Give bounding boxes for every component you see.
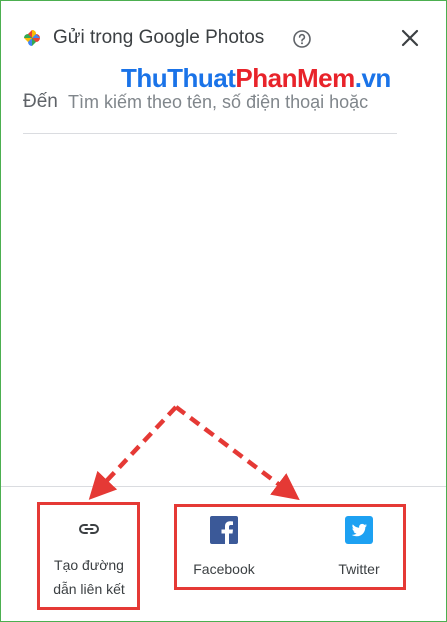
- watermark-part1: ThuThuat: [121, 63, 236, 93]
- help-icon[interactable]: [292, 29, 312, 49]
- google-photos-logo-icon: [24, 30, 40, 46]
- divider: [23, 133, 397, 134]
- watermark-part3: .vn: [354, 63, 392, 93]
- recipient-label: Đến: [23, 91, 58, 112]
- watermark-part2: PhanMem: [235, 63, 355, 93]
- annotation-box-link: [37, 502, 140, 610]
- divider: [1, 486, 446, 487]
- watermark: ThuThuatPhanMem.vn: [121, 63, 391, 94]
- annotation-box-social: [174, 504, 406, 590]
- close-icon[interactable]: [399, 27, 421, 49]
- dialog-title: Gửi trong Google Photos: [53, 27, 265, 48]
